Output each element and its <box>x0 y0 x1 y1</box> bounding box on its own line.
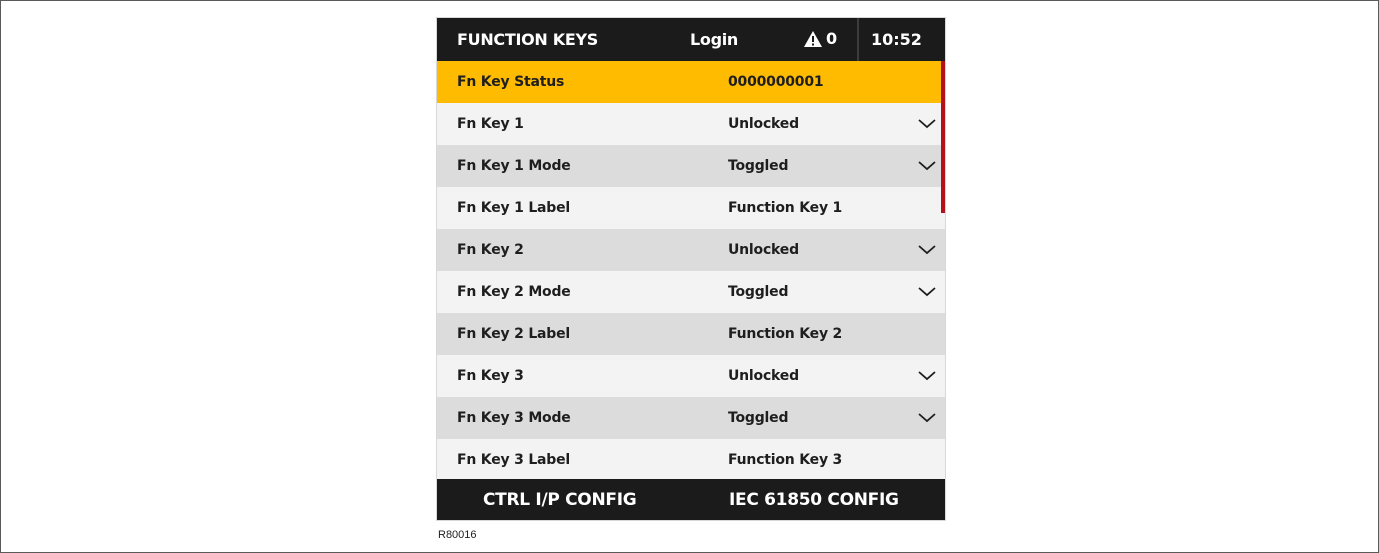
list-item-value: Function Key 1 <box>728 200 843 216</box>
list-item[interactable]: Fn Key 3 Mode Toggled <box>437 397 945 439</box>
chevron-down-icon[interactable] <box>918 245 936 255</box>
chevron-down-icon[interactable] <box>918 287 936 297</box>
list-item-value: Function Key 3 <box>728 452 843 468</box>
list-item-label: Fn Key 3 Label <box>457 452 571 468</box>
page-title: FUNCTION KEYS <box>457 30 599 49</box>
clock-time: 10:52 <box>871 30 922 49</box>
list-item-value: Unlocked <box>728 116 799 132</box>
list-item-value: Toggled <box>728 158 789 174</box>
list-item-selected[interactable]: Fn Key Status 0000000001 <box>437 61 945 103</box>
figure-caption: R80016 <box>438 529 477 541</box>
softkey-iec-61850-config[interactable]: IEC 61850 CONFIG <box>729 490 899 510</box>
list-item-label: Fn Key 1 <box>457 116 524 132</box>
list-item-value: Function Key 2 <box>728 326 843 342</box>
scrollbar[interactable] <box>941 61 945 213</box>
list-item[interactable]: Fn Key 3 Label Function Key 3 <box>437 439 945 481</box>
list-item-label: Fn Key 1 Mode <box>457 158 571 174</box>
list-item-value: Toggled <box>728 284 789 300</box>
alarm-count: 0 <box>826 29 838 48</box>
list-item-value: 0000000001 <box>728 74 824 90</box>
alarm-indicator[interactable]: 0 <box>803 29 837 48</box>
list-item[interactable]: Fn Key 1 Unlocked <box>437 103 945 145</box>
list-item[interactable]: Fn Key 2 Unlocked <box>437 229 945 271</box>
header-bar: FUNCTION KEYS Login 0 10:52 <box>437 18 945 61</box>
list-item-value: Unlocked <box>728 242 799 258</box>
list-item-label: Fn Key 3 <box>457 368 524 384</box>
softkey-ctrl-ip-config[interactable]: CTRL I/P CONFIG <box>483 490 637 510</box>
login-button[interactable]: Login <box>690 30 738 49</box>
device-screen: FUNCTION KEYS Login 0 10:52 Fn Key Statu… <box>436 17 946 521</box>
list-item-label: Fn Key 2 Mode <box>457 284 571 300</box>
list-item[interactable]: Fn Key 1 Mode Toggled <box>437 145 945 187</box>
softkey-bar: CTRL I/P CONFIG IEC 61850 CONFIG <box>437 479 945 520</box>
list-item-label: Fn Key Status <box>457 74 565 90</box>
chevron-down-icon[interactable] <box>918 161 936 171</box>
list-item-label: Fn Key 3 Mode <box>457 410 571 426</box>
list-item[interactable]: Fn Key 1 Label Function Key 1 <box>437 187 945 229</box>
settings-list: Fn Key Status 0000000001 Fn Key 1 Unlocked F… <box>437 61 945 481</box>
header-divider <box>857 18 859 61</box>
list-item-value: Toggled <box>728 410 789 426</box>
list-item-label: Fn Key 1 Label <box>457 200 571 216</box>
list-item-label: Fn Key 2 <box>457 242 524 258</box>
chevron-down-icon[interactable] <box>918 413 936 423</box>
list-item[interactable]: Fn Key 2 Mode Toggled <box>437 271 945 313</box>
list-item-label: Fn Key 2 Label <box>457 326 571 342</box>
list-item[interactable]: Fn Key 2 Label Function Key 2 <box>437 313 945 355</box>
list-item-value: Unlocked <box>728 368 799 384</box>
chevron-down-icon[interactable] <box>918 119 936 129</box>
chevron-down-icon[interactable] <box>918 371 936 381</box>
warning-triangle-icon <box>804 30 822 47</box>
list-item[interactable]: Fn Key 3 Unlocked <box>437 355 945 397</box>
